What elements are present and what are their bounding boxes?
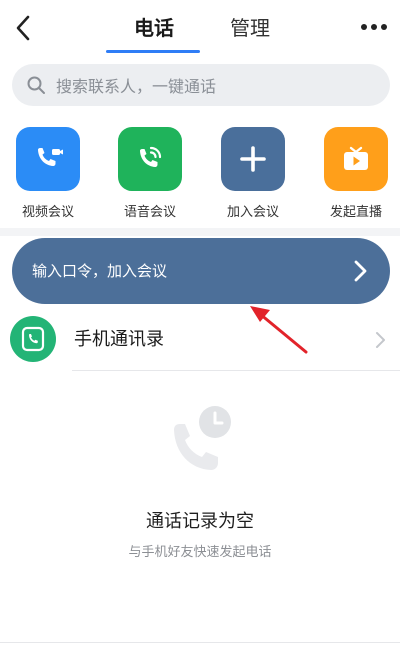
video-meeting-label: 视频会议 — [21, 205, 74, 220]
live-tv-icon — [344, 146, 368, 170]
phone-contacts-row[interactable]: 手机通讯录 — [0, 310, 400, 372]
search-bar[interactable] — [12, 64, 390, 108]
empty-state-subtitle: 与手机好友快速发起电话 — [128, 545, 272, 560]
top-bar: 电话 管理 — [0, 0, 400, 56]
voice-meeting-button[interactable]: 语音会议 — [110, 127, 190, 220]
phone-contacts-avatar — [10, 316, 56, 362]
search-icon — [27, 76, 45, 94]
video-meeting-button[interactable]: 视频会议 — [8, 127, 88, 220]
video-meeting-tile[interactable] — [16, 127, 80, 191]
phone-book-icon — [21, 326, 45, 352]
join-by-code-label: 输入口令，加入会议 — [32, 262, 168, 280]
join-meeting-tile[interactable] — [221, 127, 285, 191]
join-by-code-banner[interactable]: 输入口令，加入会议 — [12, 238, 390, 304]
join-meeting-label: 加入会议 — [226, 205, 279, 220]
back-button[interactable] — [8, 10, 38, 46]
plus-icon — [240, 146, 266, 172]
chevron-right-icon — [376, 332, 385, 348]
empty-state-title: 通话记录为空 — [146, 511, 254, 532]
voice-meeting-tile[interactable] — [118, 127, 182, 191]
search-input[interactable] — [54, 64, 378, 108]
more-horizontal-icon — [361, 24, 387, 30]
row-divider — [72, 370, 400, 371]
start-live-tile[interactable] — [324, 127, 388, 191]
bottom-divider — [0, 642, 400, 643]
phone-contacts-label: 手机通讯录 — [74, 329, 164, 350]
video-call-icon — [38, 148, 63, 166]
section-divider — [0, 228, 400, 236]
join-meeting-button[interactable]: 加入会议 — [213, 127, 293, 220]
start-live-label: 发起直播 — [329, 205, 382, 220]
active-tab-indicator — [106, 50, 200, 53]
chevron-right-icon — [354, 260, 367, 282]
call-history-icon — [174, 406, 231, 470]
tab-manage[interactable]: 管理 — [230, 14, 270, 42]
more-button[interactable] — [354, 14, 394, 40]
tab-phone[interactable]: 电话 — [134, 14, 174, 42]
start-live-button[interactable]: 发起直播 — [316, 127, 396, 220]
chevron-left-icon — [16, 15, 30, 41]
voice-meeting-label: 语音会议 — [123, 205, 176, 220]
voice-call-icon — [140, 146, 162, 167]
